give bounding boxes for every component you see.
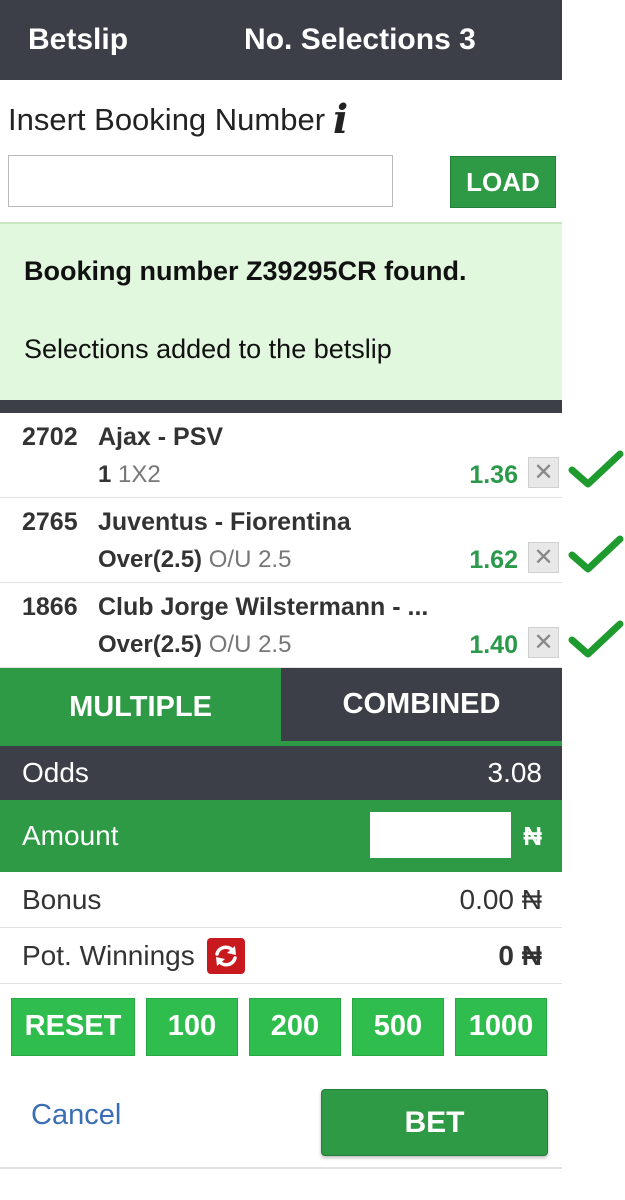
info-icon[interactable]: i [333, 100, 348, 140]
odds-label: Odds [22, 757, 89, 788]
booking-label: Insert Booking Number [8, 102, 326, 137]
pick-market: O/U 2.5 [208, 631, 292, 658]
currency-symbol: ₦ [523, 820, 542, 851]
pick-value: 1 [98, 461, 112, 488]
booking-number-input[interactable] [8, 155, 393, 207]
remove-selection-button[interactable]: ✕ [528, 457, 559, 488]
pot-winnings-label-wrap: Pot. Winnings [22, 937, 245, 974]
odds-value: 3.08 [487, 757, 543, 788]
selection-code: 2702 [22, 423, 78, 451]
betslip-title: Betslip [28, 23, 129, 56]
selections-added-text: Selections added to the betslip [24, 334, 392, 364]
amount-input[interactable] [370, 812, 511, 858]
selection-match: Ajax - PSV [98, 423, 224, 451]
selection-pick: 1 1X2 [98, 461, 161, 489]
pot-winnings-label: Pot. Winnings [22, 939, 195, 971]
refresh-icon[interactable] [206, 937, 245, 974]
selection-code: 2765 [22, 508, 78, 536]
remove-selection-button[interactable]: ✕ [528, 542, 559, 573]
pick-value: Over(2.5) [98, 546, 203, 573]
amount-label: Amount [22, 820, 119, 851]
bet-actions: Cancel BET [0, 1069, 562, 1169]
tab-multiple[interactable]: MULTIPLE [0, 668, 281, 746]
pick-market: 1X2 [118, 461, 161, 488]
selection-code: 1866 [22, 593, 78, 621]
pot-winnings-row: Pot. Winnings 0 ₦ [0, 928, 562, 984]
divider [0, 400, 562, 413]
remove-selection-button[interactable]: ✕ [528, 627, 559, 658]
betslip-panel: Betslip No. Selections 3 Insert Booking … [0, 0, 562, 1200]
selection-odd: 1.40 [469, 631, 518, 659]
odds-row: Odds 3.08 [0, 746, 562, 800]
stake-200-button[interactable]: 200 [249, 997, 341, 1056]
check-icon [568, 620, 624, 660]
selections-count: No. Selections 3 [244, 23, 476, 56]
booking-found-text: Booking number Z39295CR found. [24, 256, 467, 286]
bet-button[interactable]: BET [321, 1089, 548, 1156]
pick-value: Over(2.5) [98, 631, 203, 658]
check-icon [568, 535, 624, 575]
booking-label-wrap: Insert Booking Number i [8, 100, 348, 140]
pot-winnings-value: 0 ₦ [498, 939, 542, 971]
pick-market: O/U 2.5 [208, 546, 292, 573]
selection-pick: Over(2.5) O/U 2.5 [98, 546, 291, 574]
bonus-label: Bonus [22, 883, 102, 915]
selection-row: 2702 Ajax - PSV 1 1X2 1.36 ✕ [0, 413, 562, 498]
load-button[interactable]: LOAD [450, 156, 556, 208]
selection-pick: Over(2.5) O/U 2.5 [98, 631, 291, 659]
amount-row: Amount ₦ [0, 800, 562, 872]
selection-match: Club Jorge Wilstermann - ... [98, 593, 429, 621]
stake-100-button[interactable]: 100 [146, 997, 238, 1056]
bet-type-tabs: MULTIPLE COMBINED [0, 668, 562, 746]
bonus-value: 0.00 ₦ [459, 883, 543, 915]
booking-section: Insert Booking Number i LOAD [0, 80, 562, 222]
selection-odd: 1.36 [469, 461, 518, 489]
booking-found-message: Booking number Z39295CR found. Selection… [0, 222, 562, 400]
stake-500-button[interactable]: 500 [352, 997, 444, 1056]
stake-1000-button[interactable]: 1000 [455, 997, 547, 1056]
bonus-row: Bonus 0.00 ₦ [0, 872, 562, 928]
selection-odd: 1.62 [469, 546, 518, 574]
reset-button[interactable]: RESET [11, 997, 135, 1056]
cancel-link[interactable]: Cancel [31, 1099, 121, 1132]
betslip-header: Betslip No. Selections 3 [0, 0, 562, 80]
check-icon [568, 450, 624, 490]
quick-stakes: RESET 100 200 500 1000 [0, 984, 562, 1069]
selection-match: Juventus - Fiorentina [98, 508, 351, 536]
selection-row: 2765 Juventus - Fiorentina Over(2.5) O/U… [0, 498, 562, 583]
selection-row: 1866 Club Jorge Wilstermann - ... Over(2… [0, 583, 562, 668]
tab-combined[interactable]: COMBINED [281, 668, 562, 746]
refresh-icon-graphic [215, 945, 237, 966]
